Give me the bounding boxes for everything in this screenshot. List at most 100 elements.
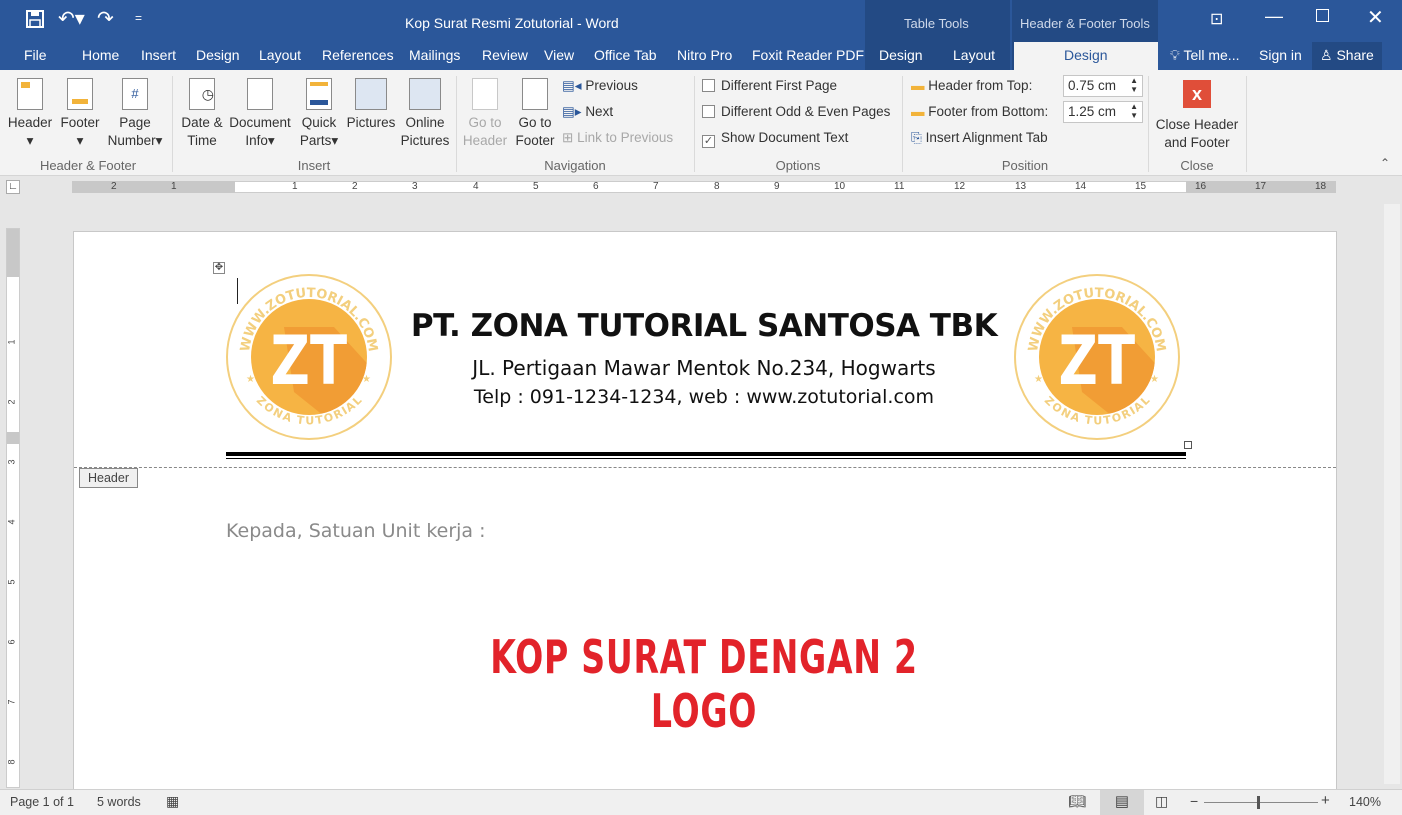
tab-review[interactable]: Review xyxy=(482,47,528,63)
table-resize-handle[interactable] xyxy=(1184,441,1192,449)
header-position-icon: ▬ xyxy=(911,78,925,93)
tab-view[interactable]: View xyxy=(544,47,574,63)
maximize-icon[interactable] xyxy=(1316,9,1329,22)
document-info-button[interactable]: Document Info▾ xyxy=(228,78,292,150)
horizontal-ruler[interactable]: ∟ 2 1 1 2 3 4 5 6 7 8 9 10 11 12 13 14 15 16 17 18 xyxy=(0,176,1402,198)
table-tools-label: Table Tools xyxy=(904,16,969,31)
tab-office-tab[interactable]: Office Tab xyxy=(594,47,657,63)
company-contact[interactable]: Telp : 091-1234-1234, web : www.zotutori… xyxy=(374,386,1034,408)
ruler-label: 2 xyxy=(6,399,17,405)
tab-design[interactable]: Design xyxy=(196,47,240,63)
table-tools-context: Table Tools xyxy=(865,0,1010,42)
close-header-footer-button[interactable]: x Close Header and Footer xyxy=(1152,80,1242,152)
customize-qat-icon[interactable]: = xyxy=(135,11,142,25)
body-text[interactable]: Kepada, Satuan Unit kerja : xyxy=(226,520,486,542)
previous-button[interactable]: ▤◂ Previous xyxy=(562,78,638,94)
tab-foxit-reader[interactable]: Foxit Reader PDF xyxy=(752,47,864,63)
next-icon: ▤▸ xyxy=(562,104,582,119)
redo-icon[interactable]: ↷ xyxy=(97,6,114,31)
collapse-ribbon-icon[interactable]: ⌃ xyxy=(1380,156,1390,170)
quick-parts-button[interactable]: Quick Parts▾ xyxy=(296,78,342,150)
group-insert: Insert xyxy=(297,158,331,173)
different-first-page-checkbox[interactable]: Different First Page xyxy=(702,78,837,93)
tab-references[interactable]: References xyxy=(322,47,394,63)
svg-text:★: ★ xyxy=(1150,374,1159,385)
tab-insert[interactable]: Insert xyxy=(141,47,176,63)
ruler-label: 3 xyxy=(6,459,17,465)
tab-selector[interactable]: ∟ xyxy=(6,180,20,194)
ruler-label: 11 xyxy=(894,181,905,192)
zoom-slider-thumb[interactable] xyxy=(1257,796,1261,809)
calendar-clock-icon: ◷ xyxy=(189,78,215,110)
ruler-label: 8 xyxy=(6,759,17,765)
quick-parts-icon xyxy=(306,78,332,110)
minimize-icon[interactable]: — xyxy=(1265,6,1283,27)
proofing-icon[interactable]: ▦ xyxy=(166,793,179,810)
banner-title[interactable]: KOP SURAT DENGAN 2 LOGO xyxy=(466,630,941,738)
svg-text:★: ★ xyxy=(246,374,255,385)
header-footer-tools-context: Header & Footer Tools xyxy=(1012,0,1158,42)
word-count[interactable]: 5 words xyxy=(97,795,141,809)
header-from-top-input[interactable]: 0.75 cm ▲ ▼ xyxy=(1063,75,1143,97)
vertical-ruler[interactable]: 1 2 3 4 5 6 7 8 xyxy=(6,228,20,788)
title-bar: ↶▾ ↷ = Kop Surat Resmi Zotutorial - Word… xyxy=(0,0,1402,42)
company-address[interactable]: JL. Pertigaan Mawar Mentok No.234, Hogwa… xyxy=(374,356,1034,380)
different-odd-even-checkbox[interactable]: Different Odd & Even Pages xyxy=(702,104,890,119)
alignment-tab-icon: ⎘ xyxy=(911,130,922,145)
tell-me-button[interactable]: 💡︎ Tell me... xyxy=(1170,47,1239,64)
share-button[interactable]: ♙ Share xyxy=(1312,42,1382,70)
tab-header-footer-design[interactable]: Design xyxy=(1064,47,1108,63)
page-number-icon: # xyxy=(122,78,148,110)
tab-nitro-pro[interactable]: Nitro Pro xyxy=(677,47,732,63)
zoom-slider[interactable] xyxy=(1204,796,1318,809)
go-to-footer-button[interactable]: Go to Footer xyxy=(512,78,558,150)
zoom-in-button[interactable]: + xyxy=(1321,792,1330,809)
ruler-label: 6 xyxy=(6,639,17,645)
link-icon: ⊞ xyxy=(562,130,574,145)
ribbon: Header ▾ Footer ▾ # Page Number▾ Header & Fo… xyxy=(0,70,1402,176)
company-name[interactable]: PT. ZONA TUTORIAL SANTOSA TBK xyxy=(374,308,1034,344)
insert-alignment-tab-button[interactable]: ⎘ Insert Alignment Tab xyxy=(911,130,1048,146)
date-time-button[interactable]: ◷ Date & Time xyxy=(178,78,226,150)
tab-table-design[interactable]: Design xyxy=(879,47,923,63)
sign-in-link[interactable]: Sign in xyxy=(1259,47,1302,63)
header-tag: Header xyxy=(79,468,138,488)
print-layout-icon[interactable]: ▤ xyxy=(1100,790,1144,815)
tab-mailings[interactable]: Mailings xyxy=(409,47,460,63)
spinner-arrows-icon: ▲ ▼ xyxy=(1130,102,1138,120)
show-document-text-checkbox[interactable]: ✓ Show Document Text xyxy=(702,130,848,148)
person-add-icon: ♙ xyxy=(1320,47,1333,63)
footer-from-bottom-label: ▬ Footer from Bottom: xyxy=(911,104,1049,119)
footer-button[interactable]: Footer ▾ xyxy=(56,78,104,150)
svg-text:★: ★ xyxy=(1034,374,1043,385)
header-button[interactable]: Header ▾ xyxy=(6,78,54,150)
next-button[interactable]: ▤▸ Next xyxy=(562,104,613,120)
pictures-icon xyxy=(355,78,387,110)
tab-table-layout[interactable]: Layout xyxy=(953,47,995,63)
tab-home[interactable]: Home xyxy=(82,47,119,63)
pictures-button[interactable]: Pictures xyxy=(344,78,398,132)
web-layout-icon[interactable]: ◫ xyxy=(1155,793,1168,810)
svg-text:ZT: ZT xyxy=(271,321,348,401)
zoom-level[interactable]: 140% xyxy=(1349,795,1381,809)
read-mode-icon[interactable]: 📖︎ xyxy=(1068,793,1086,810)
zoom-out-button[interactable]: − xyxy=(1190,793,1198,809)
tab-layout[interactable]: Layout xyxy=(259,47,301,63)
go-to-header-button[interactable]: Go to Header xyxy=(462,78,508,150)
page-count[interactable]: Page 1 of 1 xyxy=(10,795,74,809)
save-icon[interactable] xyxy=(26,10,44,28)
vertical-scrollbar[interactable] xyxy=(1384,204,1400,784)
go-to-header-icon xyxy=(472,78,498,110)
close-icon[interactable]: ✕ xyxy=(1367,5,1384,30)
lightbulb-icon: 💡︎ xyxy=(1170,47,1180,63)
document-info-icon xyxy=(247,78,273,110)
link-to-previous-button[interactable]: ⊞ Link to Previous xyxy=(562,130,673,146)
page-number-button[interactable]: # Page Number▾ xyxy=(104,78,166,150)
undo-icon[interactable]: ↶▾ xyxy=(58,6,85,31)
ribbon-display-options-icon[interactable]: ⊡ xyxy=(1210,9,1223,29)
online-pictures-button[interactable]: Online Pictures xyxy=(400,78,450,150)
group-close: Close xyxy=(1180,158,1214,173)
footer-from-bottom-input[interactable]: 1.25 cm ▲ ▼ xyxy=(1063,101,1143,123)
tab-file[interactable]: File xyxy=(24,47,47,63)
ribbon-tabs: File Home Insert Design Layout Reference… xyxy=(0,42,1402,70)
